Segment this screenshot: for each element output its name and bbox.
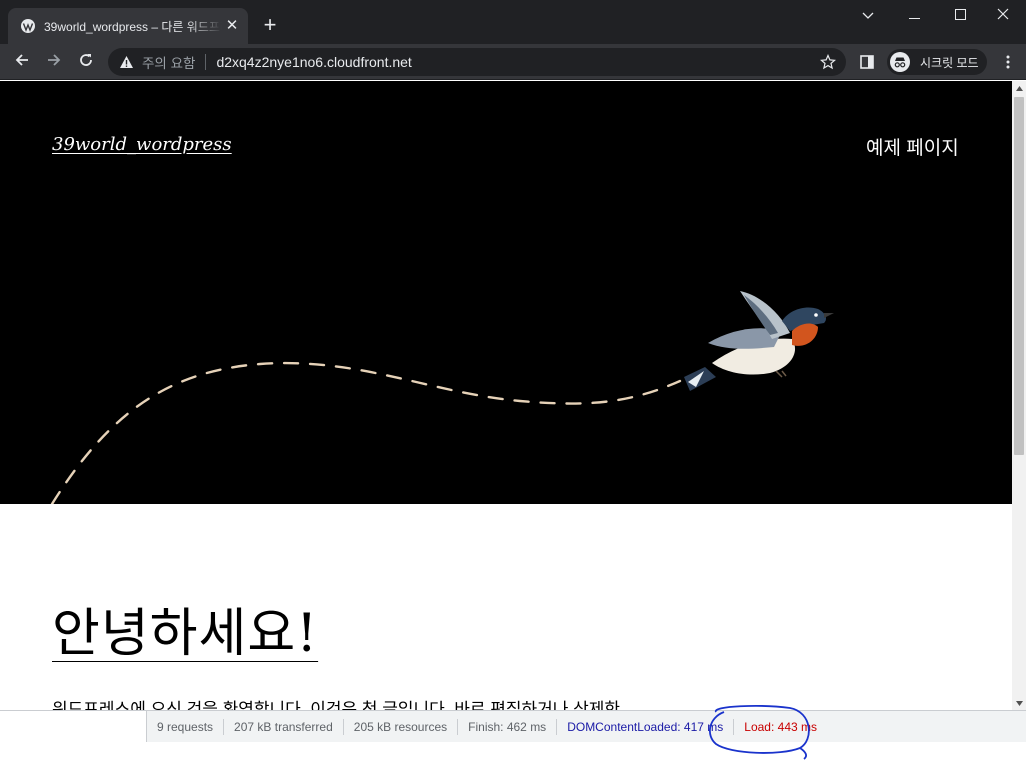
minimize-button[interactable] xyxy=(891,0,937,32)
chevron-down-icon xyxy=(862,7,874,25)
bottom-strip xyxy=(0,742,1026,760)
close-window-button[interactable] xyxy=(980,0,1026,32)
back-button[interactable] xyxy=(8,48,36,76)
bookmark-star-icon[interactable] xyxy=(818,52,838,72)
devtools-left-pane xyxy=(0,710,146,742)
tab-title: 39world_wordpress – 다른 워드프레스 사이트 xyxy=(44,19,222,34)
minimize-icon xyxy=(908,7,920,25)
security-status-text[interactable]: 주의 요함 xyxy=(142,52,195,72)
maximize-icon xyxy=(954,7,966,25)
dom-content-loaded-time: DOMContentLoaded: 417 ms xyxy=(557,718,735,735)
bird-image xyxy=(684,291,834,391)
close-icon xyxy=(997,7,1009,25)
browser-window: 39world_wordpress – 다른 워드프레스 사이트 ✕ + xyxy=(0,0,1026,760)
finish-time: Finish: 462 ms xyxy=(458,718,558,735)
arrow-right-icon xyxy=(46,52,62,73)
side-panel-icon[interactable] xyxy=(857,52,877,72)
post-title-link[interactable]: 안녕하세요! xyxy=(52,591,318,666)
page-scrollbar[interactable] xyxy=(1012,81,1026,710)
forward-button[interactable] xyxy=(40,48,68,76)
incognito-indicator[interactable]: 시크릿 모드 xyxy=(887,49,987,75)
wordpress-icon xyxy=(20,18,36,34)
new-tab-button[interactable]: + xyxy=(258,14,282,38)
scroll-up-arrow-icon[interactable] xyxy=(1012,81,1026,95)
scrollbar-thumb[interactable] xyxy=(1014,97,1024,455)
reload-button[interactable] xyxy=(72,48,100,76)
post-excerpt: 워드프레스에 오신 것을 환영합니다. 이것은 첫 글입니다. 바로 편집하거나… xyxy=(52,700,621,710)
incognito-icon xyxy=(890,52,910,72)
page-viewport: 39world_wordpress 예제 페이지 안녕하세요! 워드프레스에 오… xyxy=(0,81,1012,710)
tab-search-button[interactable] xyxy=(845,0,891,32)
resources-size: 205 kB resources xyxy=(344,718,459,735)
transferred-size: 207 kB transferred xyxy=(224,718,344,735)
reload-icon xyxy=(78,52,94,73)
browser-toolbar: 주의 요함 d2xq4z2nye1no6.cloudfront.net 시크릿 … xyxy=(0,44,1026,80)
warning-icon[interactable] xyxy=(118,54,134,70)
address-bar[interactable]: 주의 요함 d2xq4z2nye1no6.cloudfront.net xyxy=(108,48,846,76)
site-title-link[interactable]: 39world_wordpress xyxy=(52,134,232,155)
incognito-label: 시크릿 모드 xyxy=(920,55,979,70)
maximize-button[interactable] xyxy=(937,0,983,32)
nav-link-sample-page[interactable]: 예제 페이지 xyxy=(866,133,959,160)
browser-tab[interactable]: 39world_wordpress – 다른 워드프레스 사이트 ✕ xyxy=(8,8,248,44)
tab-strip: 39world_wordpress – 다른 워드프레스 사이트 ✕ + xyxy=(0,0,1026,44)
header-hero: 39world_wordpress 예제 페이지 xyxy=(0,81,1012,504)
omnibox-divider xyxy=(205,54,207,70)
load-time: Load: 443 ms xyxy=(744,719,817,734)
arrow-left-icon xyxy=(14,52,30,73)
scroll-down-arrow-icon[interactable] xyxy=(1012,696,1026,710)
url-text[interactable]: d2xq4z2nye1no6.cloudfront.net xyxy=(216,54,411,70)
requests-count: 9 requests xyxy=(147,718,225,735)
network-summary-bar: 9 requests 207 kB transferred 205 kB res… xyxy=(146,710,1026,742)
more-menu-icon[interactable] xyxy=(998,52,1018,72)
close-icon[interactable]: ✕ xyxy=(224,18,240,34)
